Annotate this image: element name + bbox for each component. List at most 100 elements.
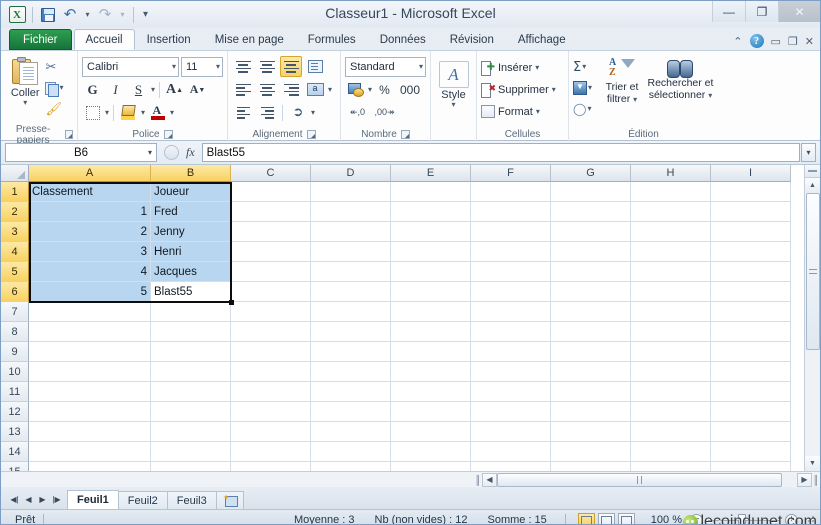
cell-e2[interactable] — [391, 202, 471, 222]
cell-h10[interactable] — [631, 362, 711, 382]
zoom-level[interactable]: 100 % — [643, 514, 690, 525]
cell-e12[interactable] — [391, 402, 471, 422]
column-header-g[interactable]: G — [551, 165, 631, 182]
cell-g15[interactable] — [551, 462, 631, 471]
cell-f11[interactable] — [471, 382, 551, 402]
scroll-right-button[interactable]: ▶ — [797, 473, 812, 487]
cell-e14[interactable] — [391, 442, 471, 462]
sort-filter-button[interactable]: A Z Trier et filtrer ▾ — [597, 54, 647, 127]
minimize-workbook-icon[interactable]: ▭ — [771, 35, 781, 48]
cell-d3[interactable] — [311, 222, 391, 242]
scroll-end-handle[interactable]: ║ — [812, 473, 820, 487]
expand-formula-bar-button[interactable]: ▾ — [801, 143, 816, 162]
cell-h7[interactable] — [631, 302, 711, 322]
row-header-15[interactable]: 15 — [1, 462, 29, 471]
row-header-12[interactable]: 12 — [1, 402, 29, 422]
percent-style-button[interactable]: % — [374, 80, 395, 100]
next-sheet-button[interactable]: ▶ — [36, 492, 49, 507]
sheet-tab-feuil1[interactable]: Feuil1 — [67, 490, 119, 509]
cell-g13[interactable] — [551, 422, 631, 442]
align-left-button[interactable] — [232, 79, 254, 100]
cell-c4[interactable] — [231, 242, 311, 262]
dialog-launcher-alignement[interactable] — [307, 130, 316, 139]
cell-a7[interactable] — [29, 302, 151, 322]
chevron-down-icon[interactable]: ▾ — [151, 86, 155, 94]
column-header-d[interactable]: D — [311, 165, 391, 182]
cell-d9[interactable] — [311, 342, 391, 362]
cell-b1[interactable]: Joueur — [151, 182, 231, 202]
status-average[interactable]: Moyenne : 3 — [284, 514, 365, 525]
cell-h1[interactable] — [631, 182, 711, 202]
font-name-combo[interactable]: Calibri ▾ — [82, 57, 179, 77]
cell-c14[interactable] — [231, 442, 311, 462]
cell-d1[interactable] — [311, 182, 391, 202]
thousands-separator-button[interactable]: 000 — [397, 80, 423, 100]
cell-b11[interactable] — [151, 382, 231, 402]
row-header-14[interactable]: 14 — [1, 442, 29, 462]
cell-i14[interactable] — [711, 442, 791, 462]
accounting-format-button[interactable] — [345, 80, 366, 100]
dialog-launcher-nombre[interactable] — [401, 130, 410, 139]
zoom-slider-track[interactable] — [708, 520, 780, 521]
cell-i2[interactable] — [711, 202, 791, 222]
undo-dropdown[interactable]: ▾ — [82, 5, 93, 25]
cell-h2[interactable] — [631, 202, 711, 222]
cell-c15[interactable] — [231, 462, 311, 471]
cell-c1[interactable] — [231, 182, 311, 202]
cell-d11[interactable] — [311, 382, 391, 402]
cell-c6[interactable] — [231, 282, 311, 302]
cell-g2[interactable] — [551, 202, 631, 222]
cell-g8[interactable] — [551, 322, 631, 342]
cell-f15[interactable] — [471, 462, 551, 471]
page-break-preview-button[interactable] — [618, 513, 635, 525]
cell-i11[interactable] — [711, 382, 791, 402]
cell-i3[interactable] — [711, 222, 791, 242]
prev-sheet-button[interactable]: ◀ — [22, 492, 35, 507]
cell-i7[interactable] — [711, 302, 791, 322]
cell-d13[interactable] — [311, 422, 391, 442]
cell-e4[interactable] — [391, 242, 471, 262]
cell-c8[interactable] — [231, 322, 311, 342]
restore-workbook-icon[interactable]: ❐ — [788, 35, 798, 48]
insert-cells-button[interactable]: Insérer ▾ — [481, 57, 556, 78]
cell-f7[interactable] — [471, 302, 551, 322]
bold-button[interactable]: G — [82, 80, 103, 100]
cell-e11[interactable] — [391, 382, 471, 402]
fill-button[interactable]: ▾ — [573, 78, 597, 98]
cell-d2[interactable] — [311, 202, 391, 222]
cell-d6[interactable] — [311, 282, 391, 302]
cell-b14[interactable] — [151, 442, 231, 462]
sheet-tab-feuil2[interactable]: Feuil2 — [118, 491, 168, 509]
cell-e1[interactable] — [391, 182, 471, 202]
wrap-text-button[interactable] — [304, 56, 326, 77]
row-header-10[interactable]: 10 — [1, 362, 29, 382]
cell-f14[interactable] — [471, 442, 551, 462]
row-header-5[interactable]: 5 — [1, 262, 29, 282]
cell-h5[interactable] — [631, 262, 711, 282]
cell-a4[interactable]: 3 — [29, 242, 151, 262]
cell-g12[interactable] — [551, 402, 631, 422]
cell-b8[interactable] — [151, 322, 231, 342]
cell-h6[interactable] — [631, 282, 711, 302]
row-header-7[interactable]: 7 — [1, 302, 29, 322]
cell-a13[interactable] — [29, 422, 151, 442]
cell-b10[interactable] — [151, 362, 231, 382]
cell-i5[interactable] — [711, 262, 791, 282]
cell-a9[interactable] — [29, 342, 151, 362]
undo-button[interactable]: ↶ — [60, 5, 80, 25]
cell-d15[interactable] — [311, 462, 391, 471]
find-select-button[interactable]: Rechercher et sélectionner ▾ — [647, 54, 714, 127]
horizontal-scroll-track[interactable] — [497, 473, 797, 487]
cell-f6[interactable] — [471, 282, 551, 302]
tab-split-handle[interactable]: ║ — [474, 473, 482, 487]
normal-view-button[interactable] — [578, 513, 595, 525]
chevron-down-icon[interactable]: ▾ — [105, 109, 109, 117]
cell-c3[interactable] — [231, 222, 311, 242]
scroll-down-button[interactable]: ▼ — [805, 456, 821, 471]
scroll-up-button[interactable]: ▲ — [805, 178, 821, 193]
cell-a5[interactable]: 4 — [29, 262, 151, 282]
copy-button[interactable]: ▾ — [45, 78, 73, 98]
row-header-1[interactable]: 1 — [1, 182, 29, 202]
row-header-4[interactable]: 4 — [1, 242, 29, 262]
row-header-3[interactable]: 3 — [1, 222, 29, 242]
